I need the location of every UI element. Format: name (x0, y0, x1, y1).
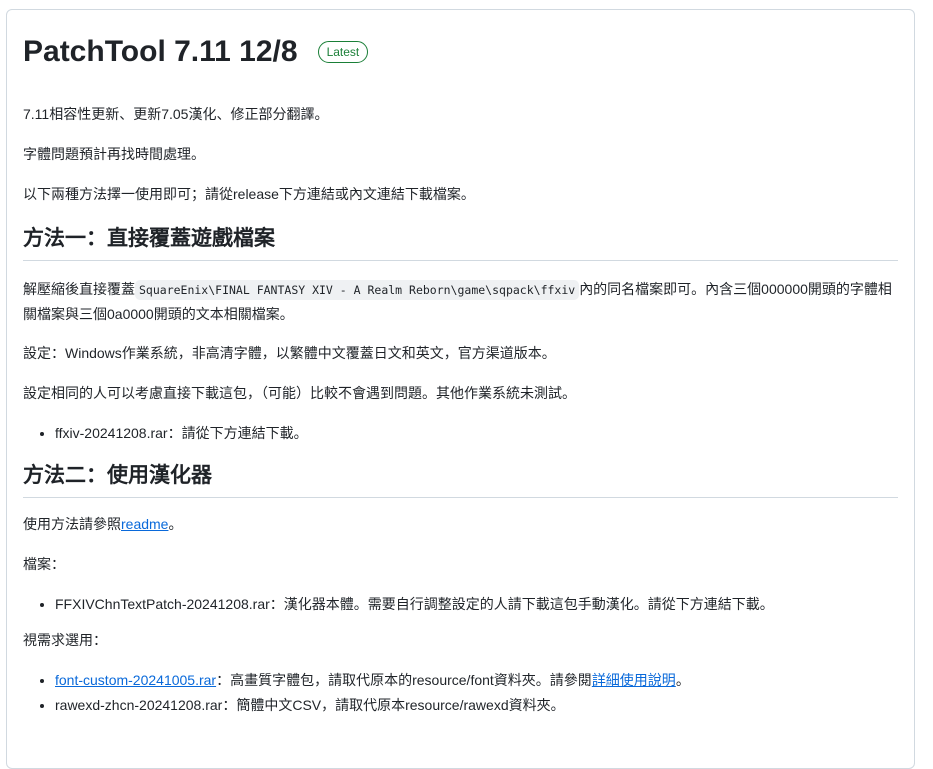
intro-line: 字體問題預計再找時間處理。 (23, 146, 205, 162)
text: 。 (168, 516, 183, 532)
list-item: FFXIVChnTextPatch-20241208.rar：漢化器本體。需要自… (55, 594, 898, 615)
list-item: ffxiv-20241208.rar：請從下方連結下載。 (55, 423, 898, 444)
file-desc: ：漢化器本體。需要自行調整設定的人請下載這包手動漢化。請從下方連結下載。 (269, 596, 774, 612)
file-name: ffxiv-20241208.rar (55, 425, 168, 441)
font-custom-link[interactable]: font-custom-20241005.rar (55, 672, 216, 688)
method1-list: ffxiv-20241208.rar：請從下方連結下載。 (23, 423, 898, 444)
intro-line: 7.11相容性更新、更新7.05漢化、修正部分翻譯。 (23, 106, 329, 122)
release-header: PatchTool 7.11 12/8 Latest (23, 32, 898, 72)
latest-badge: Latest (317, 41, 369, 63)
usage-guide-link[interactable]: 詳細使用說明 (592, 672, 676, 688)
optional-list: font-custom-20241005.rar：高畫質字體包，請取代原本的re… (23, 670, 898, 716)
text: 使用方法請參照 (23, 516, 121, 532)
file-desc: ：高畫質字體包，請取代原本的resource/font資料夾。請參閱 (216, 672, 592, 688)
note-paragraph: 設定相同的人可以考慮直接下載這包，（可能）比較不會遇到問題。其他作業系統未測試。 (23, 385, 576, 401)
optional-label: 視需求選用： (23, 632, 107, 648)
text: 。 (675, 672, 690, 688)
list-item: font-custom-20241005.rar：高畫質字體包，請取代原本的re… (55, 670, 898, 691)
file-desc: ：簡體中文CSV，請取代原本resource/rawexd資料夾。 (222, 697, 565, 713)
method1-heading: 方法一：直接覆蓋遊戲檔案 (23, 225, 898, 261)
release-title[interactable]: PatchTool 7.11 12/8 (23, 32, 298, 72)
file-name: FFXIVChnTextPatch-20241208.rar (55, 596, 270, 612)
files-list: FFXIVChnTextPatch-20241208.rar：漢化器本體。需要自… (23, 594, 898, 615)
list-item: rawexd-zhcn-20241208.rar：簡體中文CSV，請取代原本re… (55, 695, 898, 716)
file-desc: ：請從下方連結下載。 (167, 425, 308, 441)
method1-paragraph: 解壓縮後直接覆蓋 SquareEnix\FINAL FANTASY XIV - A… (23, 277, 898, 326)
path-code: SquareEnix\FINAL FANTASY XIV - A Realm R… (135, 280, 580, 300)
intro-line: 以下兩種方法擇一使用即可；請從release下方連結或內文連結下載檔案。 (23, 186, 475, 202)
release-card: PatchTool 7.11 12/8 Latest 7.11相容性更新、更新7… (6, 9, 915, 769)
text: 解壓縮後直接覆蓋 (23, 281, 135, 297)
readme-link[interactable]: readme (121, 516, 168, 532)
file-name: rawexd-zhcn-20241208.rar (55, 697, 223, 713)
method2-paragraph: 使用方法請參照readme。 (23, 514, 898, 535)
settings-paragraph: 設定：Windows作業系統，非高清字體，以繁體中文覆蓋日文和英文，官方渠道版本… (23, 345, 556, 361)
files-label: 檔案： (23, 556, 65, 572)
method2-heading: 方法二：使用漢化器 (23, 462, 898, 498)
